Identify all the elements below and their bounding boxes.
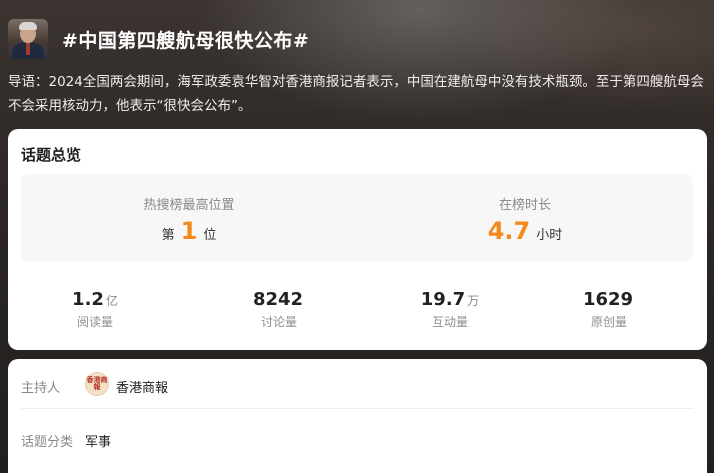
category-label: 话题分类 [21,435,74,450]
stat-interact: 19.7 万 互动量 [363,289,537,330]
hot-rank-label: 热搜榜最高位置 [143,198,235,213]
category-row: 话题分类 军事 [21,413,694,463]
stat-read-label: 阅读量 [76,315,113,329]
topic-info-card: 主持人 香港商報 香港商報 话题分类 军事 [8,359,707,473]
stat-interact-label: 互动量 [431,315,468,329]
stat-original: 1629 原创量 [522,289,696,330]
hot-rank-value: 第 1 位 [21,217,357,245]
topic-intro: 导语：2024全国两会期间，海军政委袁华智对香港商报记者表示，中国在建航母中没有… [8,74,704,114]
hot-rank-suffix: 位 [203,228,217,243]
host-name-link[interactable]: 香港商報 [116,377,168,396]
duration-section: 在榜时长 4.7 小时 [357,174,693,262]
stat-read-number: 1.2 [72,289,104,310]
topic-avatar[interactable] [8,19,48,59]
stat-original-label: 原创量 [590,315,627,329]
stat-read-unit: 亿 [105,294,118,308]
hot-rank-box: 热搜榜最高位置 第 1 位 在榜时长 4.7 小时 [21,174,693,262]
stat-discuss: 8242 讨论量 [192,289,366,330]
duration-unit: 小时 [536,228,563,243]
stat-read: 1.2 亿 阅读量 [8,289,182,330]
stat-interact-number: 19.7 [420,289,466,310]
topic-title: #中国第四艘航母很快公布# [62,30,310,52]
duration-value: 4.7 小时 [357,217,693,245]
host-label: 主持人 [21,381,61,396]
duration-number: 4.7 [487,217,531,245]
hot-rank-prefix: 第 [161,228,175,243]
overview-title: 话题总览 [21,146,82,164]
duration-label: 在榜时长 [498,198,551,213]
stat-discuss-label: 讨论量 [260,315,297,329]
category-value[interactable]: 军事 [85,431,111,450]
host-logo[interactable]: 香港商報 [85,372,109,396]
hot-rank-section: 热搜榜最高位置 第 1 位 [21,174,357,262]
stat-discuss-number: 8242 [252,289,304,310]
stats-row: 1.2 亿 阅读量 8242 讨论量 19.7 万 互动量 1629 原创量 [8,289,707,333]
stat-original-number: 1629 [582,289,634,310]
stat-interact-unit: 万 [467,294,480,308]
host-row: 主持人 香港商報 香港商報 [21,359,694,409]
overview-card: 话题总览 热搜榜最高位置 第 1 位 在榜时长 4.7 小时 1.2 亿 阅读量 [8,129,707,350]
hot-rank-number: 1 [180,217,198,245]
